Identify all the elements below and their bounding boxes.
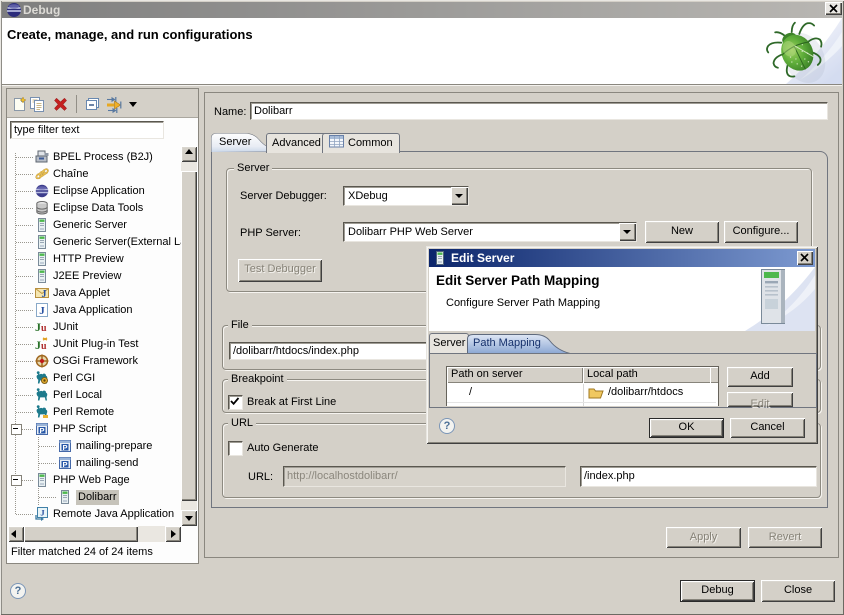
svg-text:u: u (41, 323, 47, 334)
svg-text:J: J (42, 289, 47, 300)
svg-text:u: u (41, 341, 47, 352)
svg-text:P: P (62, 460, 67, 469)
svg-text:P: P (62, 443, 67, 452)
svg-text:J: J (39, 305, 45, 317)
svg-text:P: P (39, 426, 44, 435)
